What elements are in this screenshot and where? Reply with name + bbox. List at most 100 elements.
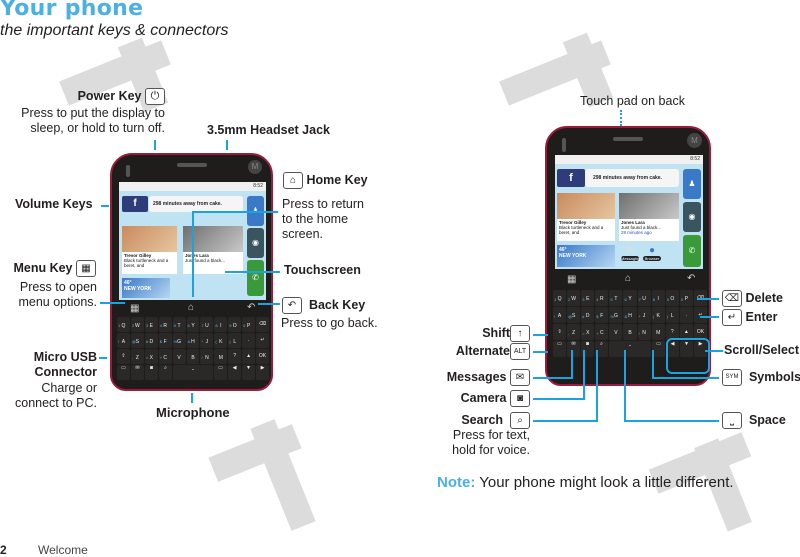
home-key[interactable]: ⌂	[188, 302, 194, 313]
down-key[interactable]: ▼	[242, 365, 255, 380]
key-f[interactable]: $ F	[158, 333, 172, 348]
key-e[interactable]: 3E	[581, 290, 595, 306]
shift-key[interactable]: ⇧	[553, 324, 567, 340]
key-m[interactable]: M	[214, 349, 228, 364]
space-key[interactable]: ⎵	[609, 341, 651, 357]
key-g[interactable]: % G	[172, 333, 186, 348]
key-v[interactable]: V	[609, 324, 623, 340]
question-key[interactable]: ?	[228, 349, 242, 364]
key-p[interactable]: 0P	[679, 290, 693, 306]
up-key[interactable]: ▲	[242, 349, 256, 364]
contacts-shortcut[interactable]: ♟	[683, 169, 701, 199]
phone-shortcut[interactable]: ✆	[247, 260, 264, 296]
key-h[interactable]: & H	[186, 333, 200, 348]
key-z[interactable]: -Z	[567, 324, 581, 340]
enter-key[interactable]: ↵	[256, 333, 269, 348]
key-d[interactable]: # D	[581, 307, 595, 323]
key-l[interactable]: ) L	[228, 333, 242, 348]
alt-key[interactable]: ▭	[117, 365, 130, 380]
key-n[interactable]: / N	[200, 349, 214, 364]
key-b[interactable]: B	[623, 324, 637, 340]
messages-key[interactable]: ✉	[567, 341, 580, 357]
sensor	[126, 165, 130, 177]
back-key[interactable]: ↶	[247, 302, 255, 313]
key-t[interactable]: 5T	[172, 317, 186, 332]
microphone-label: Microphone	[156, 405, 230, 420]
key-d[interactable]: # D	[144, 333, 158, 348]
key-r[interactable]: 4R	[158, 317, 172, 332]
key-h[interactable]: & H	[623, 307, 637, 323]
key-n[interactable]: / N	[637, 324, 651, 340]
headset-jack-label: 3.5mm Headset Jack	[207, 123, 330, 137]
key-m[interactable]: M	[651, 324, 665, 340]
key-i[interactable]: 8I	[214, 317, 228, 332]
key-x[interactable]: = X	[144, 349, 158, 364]
key-e[interactable]: 3E	[144, 317, 158, 332]
enter-key[interactable]: ↵	[693, 307, 708, 323]
key-r[interactable]: 4R	[595, 290, 609, 306]
key-x[interactable]: = X	[581, 324, 595, 340]
right-key[interactable]: ▶	[256, 365, 269, 380]
status-bar: 8:52	[119, 182, 266, 191]
touchscreen[interactable]: 8:52 f 298 minutes away from cake. Trevo…	[555, 155, 703, 269]
key-b[interactable]: B	[186, 349, 200, 364]
ok-key[interactable]: OK	[256, 349, 269, 364]
key-j[interactable]: * J	[637, 307, 651, 323]
period-key[interactable]: .	[242, 333, 256, 348]
weather-widget: 46° NEW YORK	[557, 245, 615, 267]
micro-usb-desc-1: Charge or	[41, 381, 97, 395]
key-c[interactable]: + C	[595, 324, 609, 340]
key-o[interactable]: 9O	[228, 317, 242, 332]
key-y[interactable]: 6Y	[186, 317, 200, 332]
key-f[interactable]: $ F	[595, 307, 609, 323]
menu-key[interactable]: ▦	[567, 274, 576, 285]
enter-callout-line	[700, 316, 719, 318]
key-s[interactable]: @ S	[130, 333, 144, 348]
key-c[interactable]: + C	[158, 349, 172, 364]
camera-key[interactable]: ◙	[145, 365, 158, 380]
key-j[interactable]: * J	[200, 333, 214, 348]
key-w[interactable]: 2W	[130, 317, 144, 332]
delete-key[interactable]: ⌫	[256, 317, 269, 332]
key-g[interactable]: % G	[609, 307, 623, 323]
key-u[interactable]: 7U	[200, 317, 214, 332]
search-key[interactable]: ⌕	[159, 365, 172, 380]
key-a[interactable]: ! A	[117, 333, 130, 348]
period-key[interactable]: .	[679, 307, 693, 323]
key-p[interactable]: 0P	[242, 317, 256, 332]
key-a[interactable]: ! A	[553, 307, 567, 323]
messages-key[interactable]: ✉	[131, 365, 144, 380]
left-key[interactable]: ◀	[228, 365, 241, 380]
key-l[interactable]: ) L	[665, 307, 679, 323]
back-icon: ↶	[282, 297, 302, 314]
messaging-app-icon[interactable]: ✉ Messaging	[621, 245, 640, 267]
key-o[interactable]: 9O	[665, 290, 679, 306]
camera-shortcut[interactable]: ◉	[247, 228, 264, 258]
key-i[interactable]: 8I	[651, 290, 665, 306]
key-q[interactable]: 1Q	[553, 290, 567, 306]
space-key[interactable]: ⎵	[173, 365, 213, 380]
phone-shortcut[interactable]: ✆	[683, 235, 701, 267]
key-y[interactable]: 6Y	[623, 290, 637, 306]
key-q[interactable]: 1Q	[117, 317, 130, 332]
browser-app-icon[interactable]: ● Browser	[643, 245, 661, 267]
camera-shortcut[interactable]: ◉	[683, 202, 701, 232]
menu-key[interactable]: ▦	[130, 303, 139, 314]
alt-key[interactable]: ▭	[553, 341, 566, 357]
key-u[interactable]: 7U	[637, 290, 651, 306]
sym-key[interactable]: ▭	[214, 365, 227, 380]
scroll-select-highlight	[666, 338, 710, 374]
home-icon: ⌂	[283, 172, 303, 189]
touchscreen-callout-line	[225, 271, 280, 273]
back-key[interactable]: ↶	[687, 273, 695, 284]
shift-key[interactable]: ⇧	[117, 349, 130, 364]
key-z[interactable]: -Z	[130, 349, 144, 364]
key-k[interactable]: (K	[214, 333, 228, 348]
key-v[interactable]: V	[172, 349, 186, 364]
home-key[interactable]: ⌂	[625, 273, 631, 284]
key-k[interactable]: (K	[651, 307, 665, 323]
shift-icon: ↑	[510, 325, 530, 342]
key-s[interactable]: @ S	[567, 307, 581, 323]
key-t[interactable]: 5T	[609, 290, 623, 306]
key-w[interactable]: 2W	[567, 290, 581, 306]
